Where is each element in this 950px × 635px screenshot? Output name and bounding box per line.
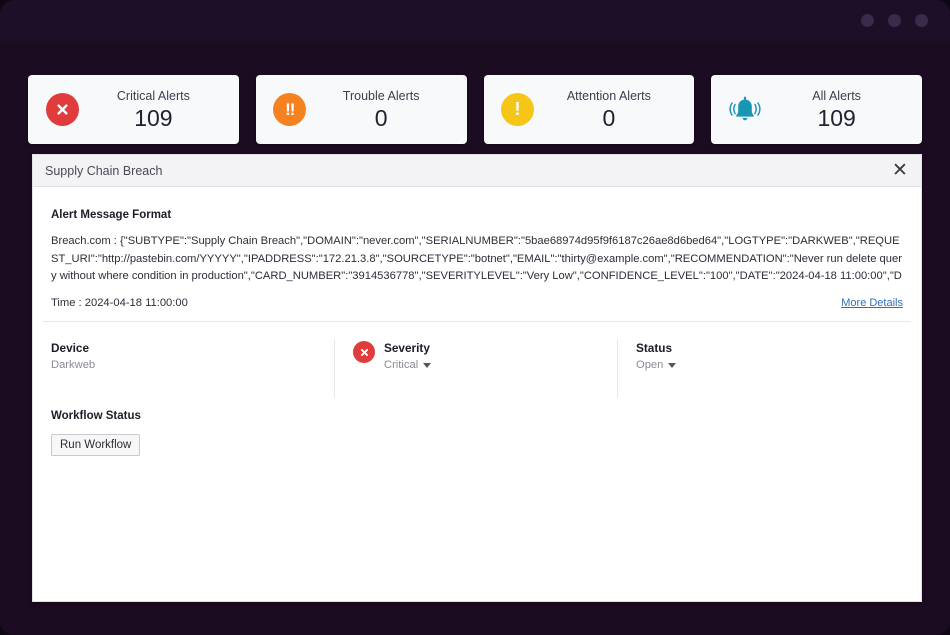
alert-card-count: 109 (88, 104, 219, 132)
severity-dropdown[interactable]: Critical (384, 358, 431, 373)
alert-time: Time : 2024-04-18 11:00:00 (51, 297, 188, 309)
close-icon[interactable]: ✕ (889, 160, 911, 182)
alert-message-format-title: Alert Message Format (51, 187, 903, 233)
alert-card-label: Critical Alerts (88, 88, 219, 104)
chevron-down-icon (668, 363, 676, 368)
alert-card-count: 0 (544, 104, 675, 132)
alert-card-label: All Alerts (771, 88, 902, 104)
meta-severity: Severity Critical (334, 340, 617, 398)
bell-icon (727, 92, 763, 128)
workflow-status-title: Workflow Status (51, 410, 903, 422)
exclamation-circle-icon: ! (500, 92, 536, 128)
alert-card-label: Trouble Alerts (316, 88, 447, 104)
meta-device: Device Darkweb (51, 340, 334, 398)
close-dot[interactable] (915, 14, 928, 27)
meta-status: Status Open (617, 340, 903, 398)
meta-status-value: Open (636, 358, 663, 373)
title-bar (0, 0, 950, 41)
alert-card-trouble[interactable]: !! Trouble Alerts 0 (256, 75, 467, 144)
alert-message-text: Breach.com : {"SUBTYPE":"Supply Chain Br… (51, 233, 903, 287)
status-dropdown[interactable]: Open (636, 358, 676, 373)
run-workflow-button[interactable]: Run Workflow (51, 434, 140, 456)
meta-severity-value: Critical (384, 358, 418, 373)
app-window: Critical Alerts 109 !! Trouble Alerts 0 … (0, 0, 950, 635)
alert-card-label: Attention Alerts (544, 88, 675, 104)
double-exclamation-icon: !! (272, 92, 308, 128)
window-body: Critical Alerts 109 !! Trouble Alerts 0 … (0, 41, 950, 635)
minimize-dot[interactable] (861, 14, 874, 27)
error-circle-icon (353, 341, 375, 363)
alert-time-row: Time : 2024-04-18 11:00:00 More Details (51, 287, 903, 321)
meta-severity-label: Severity (384, 340, 431, 356)
panel-title: Supply Chain Breach (45, 164, 162, 178)
panel-body: Alert Message Format Breach.com : {"SUBT… (33, 187, 921, 456)
alert-summary-cards: Critical Alerts 109 !! Trouble Alerts 0 … (28, 75, 922, 144)
error-circle-icon (44, 92, 80, 128)
meta-status-label: Status (636, 340, 676, 356)
alert-card-critical[interactable]: Critical Alerts 109 (28, 75, 239, 144)
alert-card-count: 109 (771, 104, 902, 132)
meta-device-value: Darkweb (51, 358, 95, 373)
more-details-link[interactable]: More Details (841, 297, 903, 309)
alert-detail-panel: Supply Chain Breach ✕ Alert Message Form… (32, 154, 922, 602)
alert-card-count: 0 (316, 104, 447, 132)
alert-meta-row: Device Darkweb Severity (33, 322, 921, 398)
chevron-down-icon (423, 363, 431, 368)
window-controls (861, 0, 928, 41)
meta-device-label: Device (51, 340, 95, 356)
panel-header: Supply Chain Breach ✕ (33, 155, 921, 187)
maximize-dot[interactable] (888, 14, 901, 27)
alert-card-attention[interactable]: ! Attention Alerts 0 (484, 75, 695, 144)
alert-card-all[interactable]: All Alerts 109 (711, 75, 922, 144)
workflow-section: Workflow Status Run Workflow (33, 398, 921, 456)
